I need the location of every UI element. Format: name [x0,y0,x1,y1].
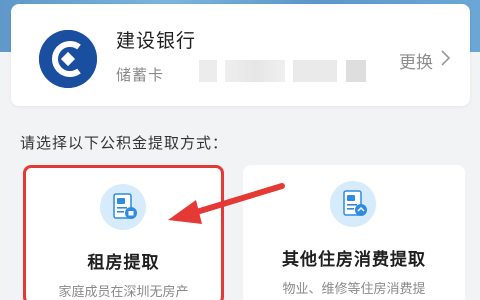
masked-card-number [199,60,217,82]
option-description: 物业、维修等住房消费提 [282,282,426,297]
ccb-logo-icon [39,30,97,88]
option-title: 其他住房消费提取 [282,250,426,270]
card-type: 储蓄卡 [116,66,165,84]
rental-document-icon [100,184,146,230]
chevron-right-icon [441,50,451,71]
rental-withdrawal-option[interactable]: 租房提取 家庭成员在深圳无房产 [23,165,224,300]
bank-card-panel[interactable]: 建设银行 储蓄卡 更换 [11,4,470,106]
option-title: 租房提取 [87,253,160,273]
option-description: 家庭成员在深圳无房产 [58,285,189,300]
change-card-button[interactable]: 更换 [399,48,451,73]
masked-card-number [225,60,285,82]
bank-name: 建设银行 [116,30,197,52]
housing-consumption-document-icon [330,181,376,227]
masked-card-number [346,60,366,82]
other-housing-withdrawal-option[interactable]: 其他住房消费提取 物业、维修等住房消费提 [243,165,465,300]
change-card-label: 更换 [399,53,433,73]
withdrawal-method-prompt: 请选择以下公积金提取方式： [20,134,229,152]
masked-card-number [293,60,337,82]
